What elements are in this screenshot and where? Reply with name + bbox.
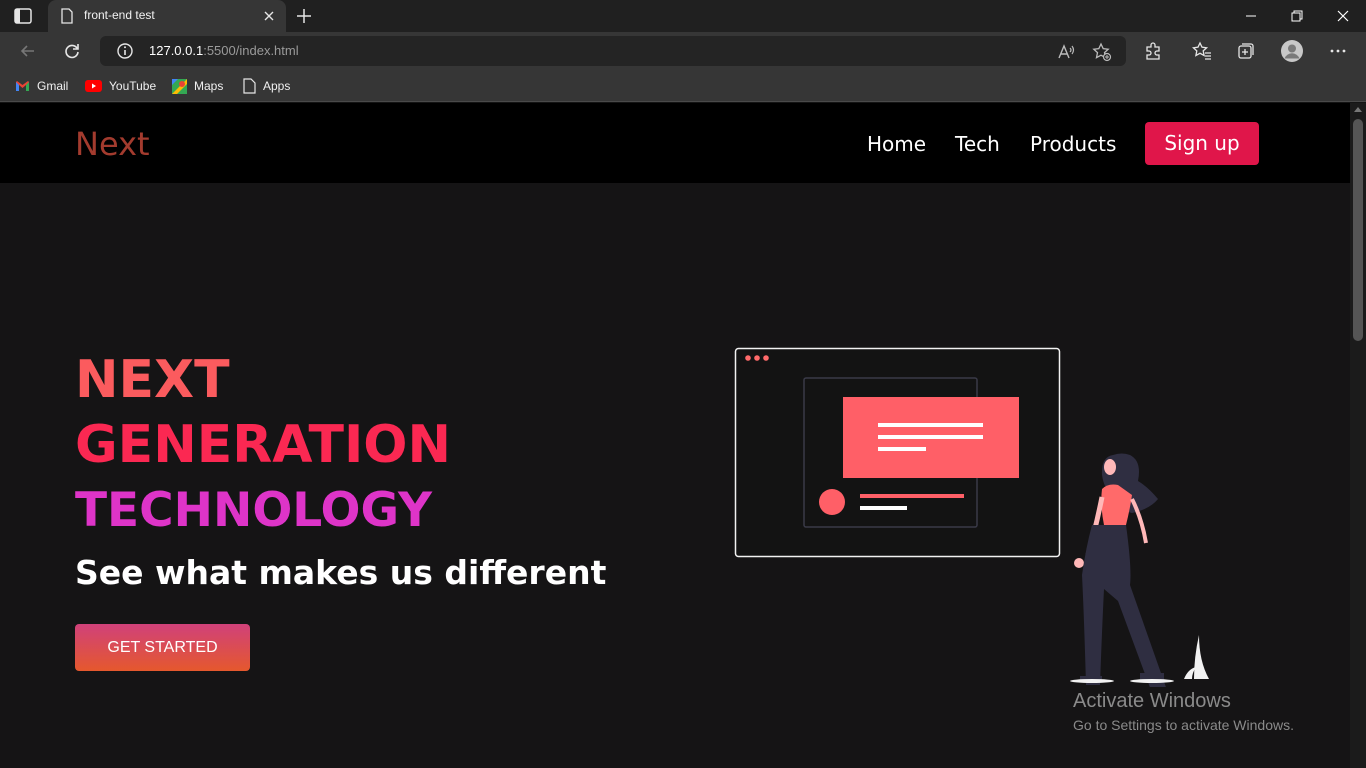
nav-products-link[interactable]: Products [1030,132,1116,156]
site-info-icon[interactable] [116,42,134,60]
new-tab-icon[interactable] [294,6,314,26]
collections-icon[interactable] [1236,41,1256,61]
scrollbar-thumb[interactable] [1353,119,1363,341]
minimize-icon[interactable] [1228,0,1274,32]
address-bar[interactable]: 127.0.0.1:5500/index.html [100,36,1126,66]
sign-up-button[interactable]: Sign up [1145,122,1259,165]
hero-heading-line2: GENERATION [75,415,452,475]
nav-home-link[interactable]: Home [867,132,926,156]
more-options-icon[interactable] [1328,41,1348,61]
read-aloud-icon[interactable] [1056,42,1076,62]
nav-tech-link[interactable]: Tech [955,132,1000,156]
site-navbar: Next Home Tech Products Sign up [0,103,1350,183]
bookmark-label: Apps [263,79,291,93]
hero-heading-line1: NEXT [75,350,230,410]
scroll-up-icon[interactable] [1354,107,1362,112]
hero-illustration [734,347,1209,687]
get-started-button[interactable]: GET STARTED [75,624,250,671]
hero-heading-line3: TECHNOLOGY [75,483,433,538]
tab-actions-icon[interactable] [14,8,32,24]
bookmark-label: YouTube [109,79,157,93]
page-icon [243,78,256,94]
maps-icon [172,78,187,94]
refresh-icon[interactable] [62,41,82,61]
restore-icon[interactable] [1274,0,1320,32]
close-window-icon[interactable] [1320,0,1366,32]
tab-title: front-end test [84,8,155,22]
watermark-title: Activate Windows [1073,690,1231,712]
site-logo[interactable]: Next [75,125,150,163]
close-tab-icon[interactable] [262,9,276,23]
url-host: 127.0.0.1 [149,43,204,58]
bookmark-label: Gmail [37,79,69,93]
web-page: Next Home Tech Products Sign up NEXT GEN… [0,103,1350,768]
bookmark-youtube[interactable]: YouTube [85,77,156,95]
youtube-icon [85,80,102,92]
watermark-subtitle: Go to Settings to activate Windows. [1073,717,1294,733]
back-icon[interactable] [18,41,38,61]
gmail-icon [16,81,29,91]
tab-bar: front-end test [0,0,1366,32]
activate-windows-watermark: Activate Windows Go to Settings to activ… [1073,690,1294,733]
page-scrollbar[interactable] [1350,103,1366,768]
bookmark-apps[interactable]: Apps [243,77,290,95]
browser-toolbar: 127.0.0.1:5500/index.html [0,32,1366,70]
profile-avatar-icon[interactable] [1280,39,1304,63]
url-text[interactable]: 127.0.0.1:5500/index.html [149,43,299,58]
extensions-icon[interactable] [1143,41,1163,61]
url-path: :5500/index.html [203,43,299,58]
bookmark-label: Maps [194,79,224,93]
bookmarks-bar: Gmail YouTube Maps Apps [0,70,1366,102]
bookmark-gmail[interactable]: Gmail [15,77,68,95]
bookmark-maps[interactable]: Maps [172,77,223,95]
page-icon [61,8,73,24]
browser-tab[interactable]: front-end test [48,0,286,32]
hero-tagline: See what makes us different [75,553,607,592]
add-favorite-icon[interactable] [1092,42,1112,62]
favorites-icon[interactable] [1192,41,1212,61]
